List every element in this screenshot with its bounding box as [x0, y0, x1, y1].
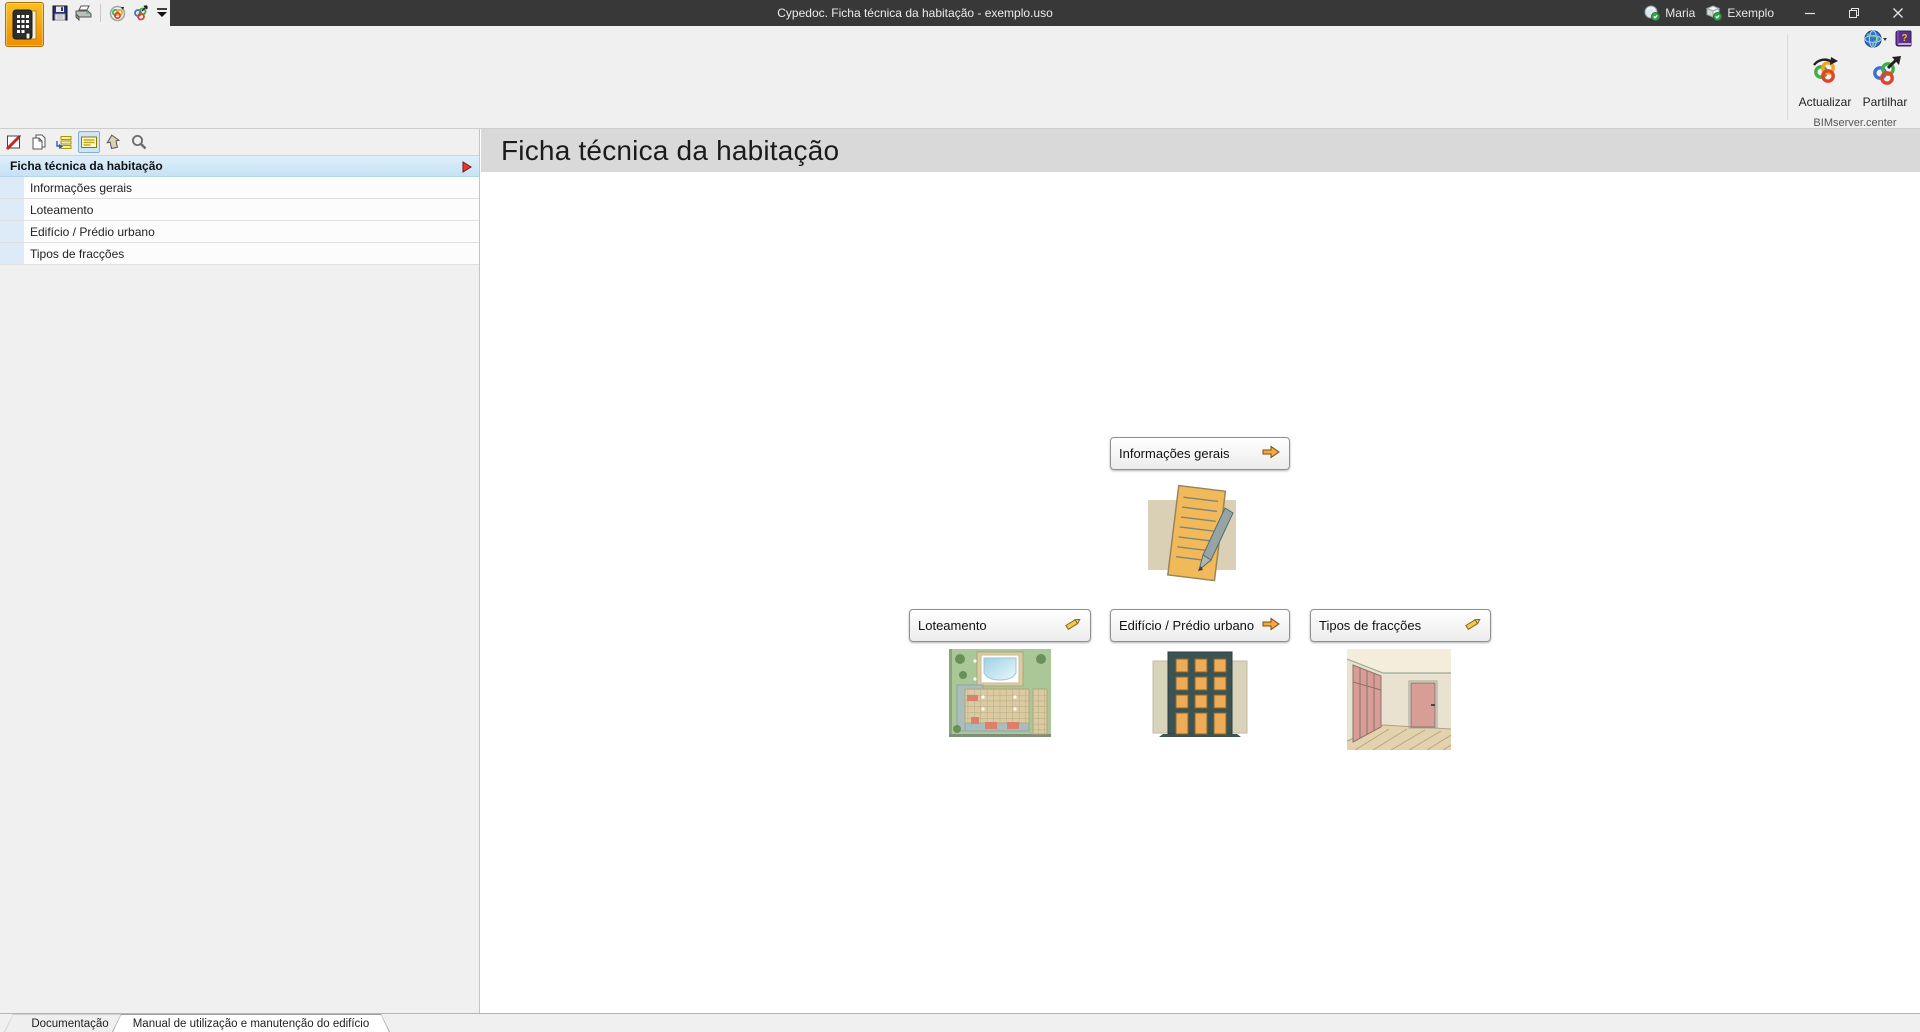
- button-label: Tipos de fracções: [1319, 618, 1422, 633]
- partilhar-button[interactable]: Partilhar: [1857, 52, 1913, 112]
- language-globe-icon[interactable]: [1864, 29, 1888, 54]
- button-label: Edifício / Prédio urbano: [1119, 618, 1255, 633]
- actualizar-button[interactable]: Actualizar: [1797, 52, 1853, 112]
- partilhar-label: Partilhar: [1862, 95, 1908, 109]
- bimserver-share-icon: [1868, 55, 1902, 92]
- edit-report-icon[interactable]: [3, 131, 25, 153]
- restore-button[interactable]: [1832, 0, 1876, 26]
- loteamento-button[interactable]: Loteamento: [909, 609, 1091, 642]
- content-canvas: Informações gerais Loteamento Edifício /…: [481, 172, 1920, 1013]
- user-avatar-icon: [1644, 5, 1661, 21]
- new-document-icon[interactable]: [28, 131, 50, 153]
- ribbon: ? Actualizar Partilhar BIMserver.center: [0, 26, 1920, 129]
- toolbar-separator: [100, 4, 101, 22]
- tree-item-label: Loteamento: [30, 202, 94, 217]
- close-button[interactable]: [1876, 0, 1920, 26]
- bimserver-share-icon[interactable]: [132, 3, 149, 23]
- export-up-icon[interactable]: [103, 131, 125, 153]
- project-name-label: Exemplo: [1727, 6, 1774, 20]
- page-title-bar: Ficha técnica da habitação: [481, 129, 1920, 172]
- title-bar: Cypedoc. Ficha técnica da habitação - ex…: [0, 0, 1920, 26]
- customize-toolbar-icon[interactable]: [155, 3, 170, 23]
- save-icon[interactable]: [52, 3, 68, 23]
- tree-item-root[interactable]: Ficha técnica da habitação: [0, 155, 479, 177]
- tree-item-label: Informações gerais: [30, 180, 133, 195]
- tree-item-edificio-predio-urbano[interactable]: Edifício / Prédio urbano: [0, 221, 479, 243]
- document-tree: Ficha técnica da habitação Informações g…: [0, 155, 479, 265]
- tab-label: Manual de utilização e manutenção do edi…: [113, 1015, 389, 1032]
- tree-item-label: Edifício / Prédio urbano: [30, 224, 155, 239]
- tree-item-tipos-de-fraccoes[interactable]: Tipos de fracções: [0, 243, 479, 265]
- edificio-predio-urbano-button[interactable]: Edifício / Prédio urbano: [1110, 609, 1290, 642]
- minimize-button[interactable]: [1788, 0, 1832, 26]
- help-book-icon[interactable]: ?: [1894, 29, 1914, 54]
- account-info[interactable]: Maria Exemplo: [1644, 5, 1774, 21]
- current-item-arrow-icon: [462, 161, 472, 176]
- tipos-de-fraccoes-button[interactable]: Tipos de fracções: [1310, 609, 1491, 642]
- pencil-icon: [1462, 616, 1482, 635]
- tree-item-label: Tipos de fracções: [30, 246, 125, 261]
- bimserver-update-icon: [1808, 55, 1842, 92]
- informacoes-gerais-button[interactable]: Informações gerais: [1110, 437, 1290, 470]
- import-list-icon[interactable]: [53, 131, 75, 153]
- footer-tab-bar: Documentação Manual de utilização e manu…: [0, 1013, 1920, 1032]
- print-icon[interactable]: [74, 3, 92, 23]
- tab-manual-utilizacao[interactable]: Manual de utilização e manutenção do edi…: [112, 1014, 390, 1032]
- sidebar-toolbar: [0, 129, 479, 155]
- form-view-icon[interactable]: [78, 131, 100, 153]
- bimserver-group: Actualizar Partilhar BIMserver.center: [1794, 52, 1916, 129]
- page-title: Ficha técnica da habitação: [501, 134, 840, 166]
- site-plan-illustration: [949, 649, 1051, 742]
- actualizar-label: Actualizar: [1798, 95, 1852, 109]
- button-label: Loteamento: [918, 618, 987, 633]
- app-icon[interactable]: [5, 2, 44, 47]
- building-illustration: [1151, 649, 1249, 742]
- window-title: Cypedoc. Ficha técnica da habitação - ex…: [777, 6, 1053, 20]
- tree-item-informacoes-gerais[interactable]: Informações gerais: [0, 177, 479, 199]
- tree-root-label: Ficha técnica da habitação: [10, 159, 163, 173]
- document-pencil-illustration: [1145, 484, 1251, 591]
- project-box-icon: [1706, 5, 1723, 21]
- pencil-icon: [1062, 616, 1082, 635]
- button-label: Informações gerais: [1119, 446, 1230, 461]
- bimserver-group-label: BIMserver.center: [1813, 117, 1897, 129]
- account-user-label: Maria: [1665, 6, 1696, 20]
- arrow-right-icon: [1261, 616, 1281, 635]
- tree-item-loteamento[interactable]: Loteamento: [0, 199, 479, 221]
- main-content: Ficha técnica da habitação Informações g…: [481, 129, 1920, 1013]
- bimserver-update-icon[interactable]: [109, 3, 126, 23]
- svg-text:?: ?: [1901, 33, 1907, 44]
- interior-doors-illustration: [1346, 649, 1452, 755]
- search-icon[interactable]: [128, 131, 150, 153]
- sidebar: Ficha técnica da habitação Informações g…: [0, 129, 480, 1013]
- ribbon-group-separator: [1787, 34, 1788, 120]
- arrow-right-icon: [1261, 444, 1281, 463]
